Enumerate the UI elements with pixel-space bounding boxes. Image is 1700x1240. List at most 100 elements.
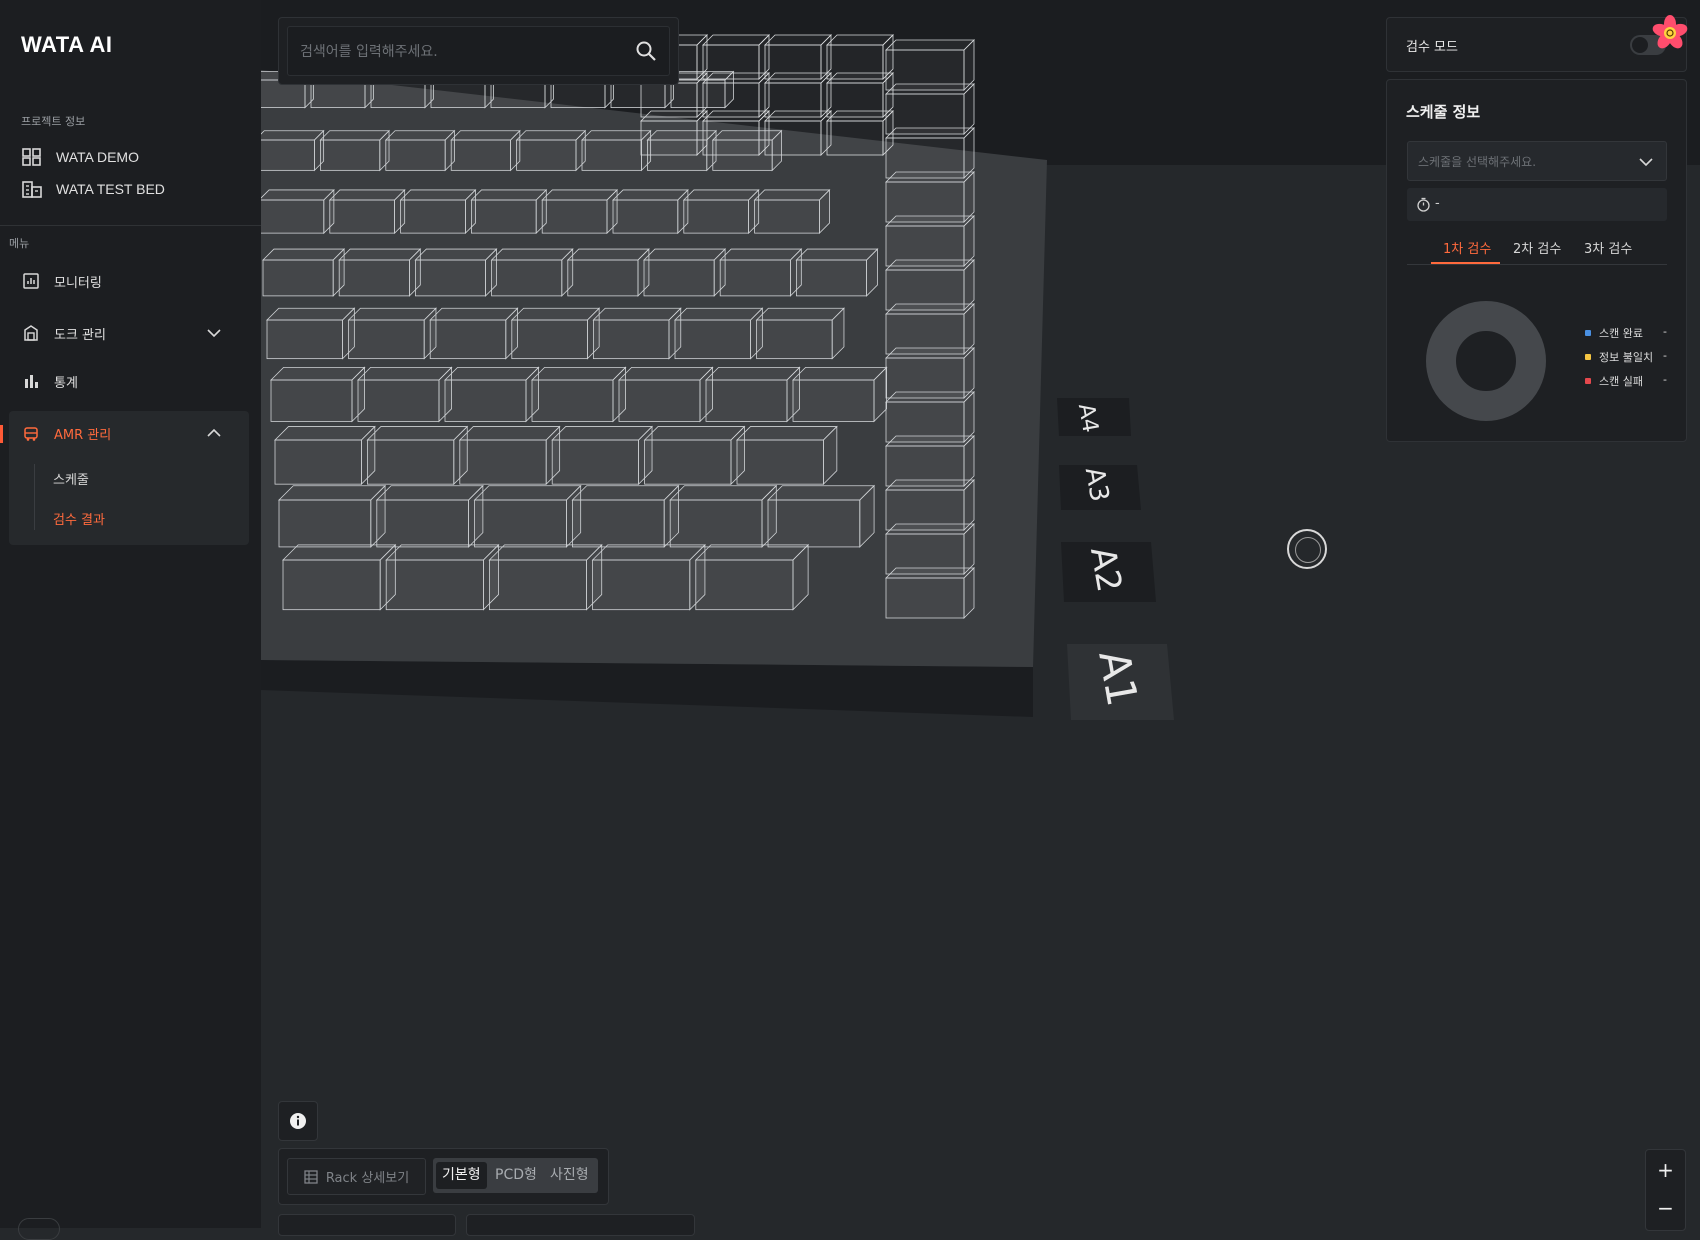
chevron-up-icon[interactable] bbox=[206, 425, 222, 441]
rack-cell bbox=[702, 110, 770, 122]
rack-cell bbox=[490, 248, 574, 261]
rack-cell bbox=[719, 248, 803, 261]
legend-dot bbox=[1585, 378, 1591, 384]
rack-cell bbox=[885, 83, 975, 95]
rack-cell bbox=[319, 130, 391, 141]
zoom-in-button[interactable]: + bbox=[1646, 1154, 1685, 1186]
rack-cell bbox=[581, 139, 642, 171]
submenu-item-inspection-result[interactable]: 검수 결과 bbox=[53, 509, 105, 528]
search-input[interactable] bbox=[298, 27, 622, 77]
sidebar-collapse-handle[interactable] bbox=[18, 1218, 60, 1240]
rack-cell bbox=[643, 248, 727, 261]
rack-cell bbox=[612, 189, 689, 201]
rack-cell bbox=[581, 130, 652, 141]
rack-cell bbox=[792, 379, 875, 422]
rack-cell bbox=[274, 439, 362, 485]
project-item-wata-test-bed[interactable]: WATA TEST BED bbox=[22, 176, 165, 202]
rack-cell bbox=[885, 215, 975, 227]
rack-cell bbox=[531, 379, 614, 422]
svg-text:A2: A2 bbox=[1082, 544, 1129, 595]
rack-cell bbox=[683, 199, 749, 234]
rack-cell bbox=[885, 523, 975, 535]
rack-cell bbox=[347, 307, 437, 321]
rack-cell bbox=[444, 379, 527, 422]
rack-cell bbox=[764, 110, 832, 122]
app-logo[interactable]: WATA AI bbox=[21, 32, 112, 58]
rack-cell bbox=[266, 319, 343, 360]
rack-cell bbox=[262, 248, 346, 261]
rack-cell bbox=[566, 248, 650, 261]
rack-cell bbox=[470, 199, 537, 234]
rack-cell bbox=[278, 485, 387, 501]
sidebar-item-statistics[interactable]: 통계 bbox=[22, 366, 242, 396]
rack-cell bbox=[516, 139, 577, 171]
zoom-out-button[interactable]: − bbox=[1646, 1192, 1685, 1224]
info-button[interactable] bbox=[278, 1101, 318, 1141]
cursor-indicator bbox=[1287, 529, 1327, 569]
flower-badge-icon[interactable] bbox=[1650, 14, 1690, 52]
active-tab-underline bbox=[1431, 262, 1500, 264]
rack-cell bbox=[682, 189, 760, 201]
rack-cell bbox=[767, 485, 876, 501]
sidebar-item-dock[interactable]: 도크 관리 bbox=[22, 318, 242, 348]
rack-cell bbox=[592, 307, 682, 321]
rack-label-a2: A2 bbox=[1061, 542, 1156, 602]
rack-cell bbox=[384, 130, 456, 141]
rack-cell bbox=[541, 199, 608, 234]
schedule-info-panel: 스케줄 정보 스케줄을 선택해주세요. - 1차 검수 2차 검수 3차 검수 … bbox=[1386, 79, 1687, 442]
rack-cell bbox=[669, 499, 763, 548]
rack-cell bbox=[567, 259, 639, 297]
sidebar-item-monitoring[interactable]: 모니터링 bbox=[22, 266, 242, 296]
project-item-wata-demo[interactable]: WATA DEMO bbox=[22, 144, 139, 170]
rack-cell bbox=[795, 248, 879, 261]
legend-dot bbox=[1585, 330, 1591, 336]
sidebar-item-label: 모니터링 bbox=[54, 275, 102, 291]
rack-cell bbox=[592, 559, 691, 611]
schedule-select-placeholder: 스케줄을 선택해주세요. bbox=[1418, 155, 1537, 169]
view-mode-pcd[interactable]: PCD형 bbox=[489, 1162, 543, 1189]
sidebar-item-amr[interactable]: AMR 관리 bbox=[22, 418, 242, 448]
rack-cell bbox=[328, 189, 406, 201]
rack-cell bbox=[357, 379, 440, 422]
submenu-item-schedule[interactable]: 스케줄 bbox=[53, 469, 89, 488]
building-icon bbox=[22, 181, 42, 198]
rack-cell bbox=[282, 544, 397, 561]
sidebar-item-label: 통계 bbox=[54, 375, 78, 391]
project-label: WATA DEMO bbox=[56, 149, 139, 165]
rack-cell bbox=[643, 259, 715, 297]
view-mode-segmented: 기본형 PCD형 사진형 bbox=[433, 1158, 598, 1193]
rack-cell bbox=[591, 544, 706, 561]
view-mode-basic[interactable]: 기본형 bbox=[436, 1162, 487, 1189]
rack-cell bbox=[400, 199, 466, 234]
search-container bbox=[278, 17, 679, 85]
rack-detail-button[interactable]: Rack 상세보기 bbox=[287, 1158, 426, 1195]
rack-cell bbox=[885, 303, 975, 315]
tab-first-inspection[interactable]: 1차 검수 bbox=[1443, 238, 1491, 257]
info-icon bbox=[290, 1113, 306, 1129]
rack-cell bbox=[618, 379, 701, 422]
tab-third-inspection[interactable]: 3차 검수 bbox=[1584, 238, 1632, 257]
rack-cell bbox=[473, 485, 582, 501]
rack-cell bbox=[885, 171, 975, 183]
rack-cell bbox=[755, 307, 845, 321]
toggle-knob bbox=[1632, 37, 1648, 53]
tab-second-inspection[interactable]: 2차 검수 bbox=[1513, 238, 1561, 257]
schedule-select[interactable]: 스케줄을 선택해주세요. bbox=[1407, 141, 1667, 181]
rack-cell bbox=[669, 485, 778, 501]
rack-cell bbox=[764, 72, 832, 84]
rack-cell bbox=[385, 559, 484, 611]
rack-label-a1: A1 bbox=[1067, 644, 1174, 720]
chevron-down-icon[interactable] bbox=[206, 325, 222, 341]
search-icon[interactable] bbox=[635, 40, 657, 62]
zoom-control: + − bbox=[1645, 1149, 1686, 1231]
legend-value: - bbox=[1663, 373, 1667, 386]
rack-cell bbox=[754, 199, 820, 234]
rack-cell bbox=[429, 319, 507, 360]
rack-cell bbox=[367, 439, 455, 485]
rack-cell bbox=[261, 199, 325, 234]
view-mode-photo[interactable]: 사진형 bbox=[544, 1162, 595, 1189]
rack-cell bbox=[510, 307, 601, 321]
rack-cell bbox=[885, 127, 975, 139]
legend-scan-complete: 스캔 완료 - bbox=[1585, 325, 1667, 341]
rack-cell bbox=[470, 189, 548, 201]
